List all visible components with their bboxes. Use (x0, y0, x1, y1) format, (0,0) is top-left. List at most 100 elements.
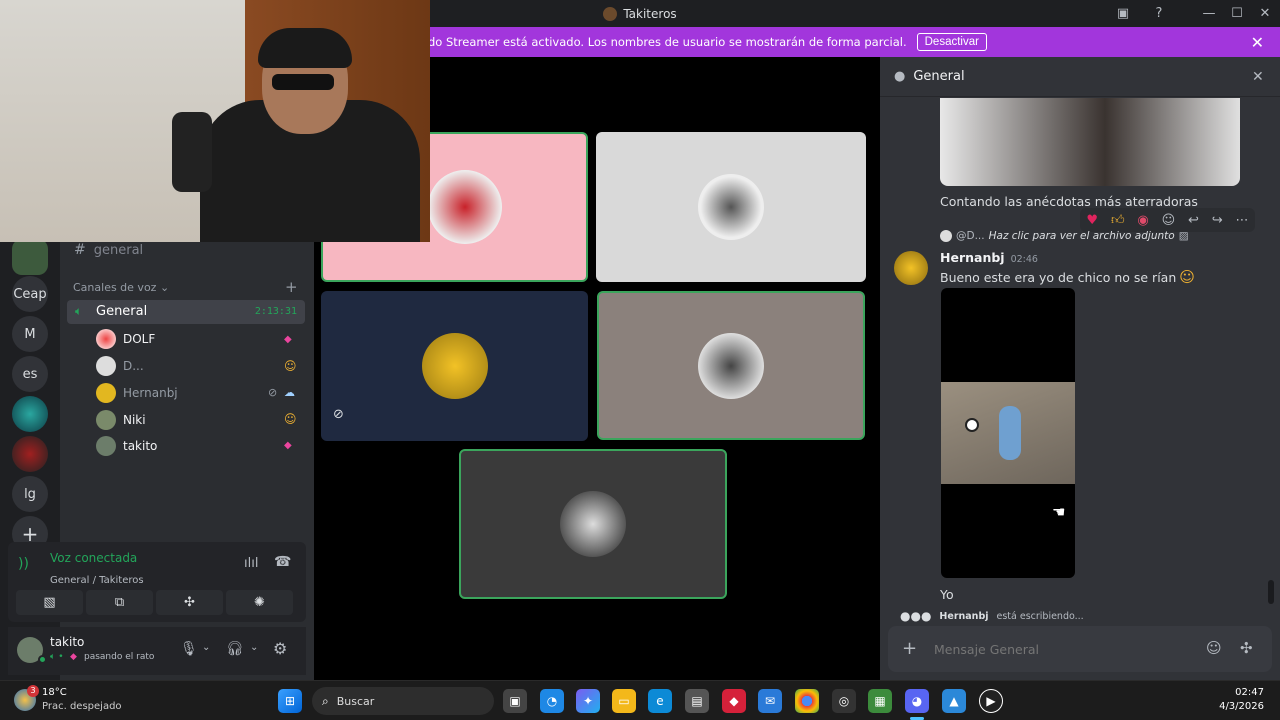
message-input-box: + ☺ ✣ (888, 626, 1272, 672)
disconnect-icon[interactable]: ☎ (274, 554, 291, 570)
more-options-icon[interactable]: ⋯ (1236, 213, 1249, 228)
screen-share-button[interactable]: ⧉ (86, 590, 153, 615)
chat-header: ● General (880, 57, 1280, 97)
participant-tile[interactable] (596, 132, 866, 282)
windows-taskbar: 3 18°C Prac. despejado ⊞ ⌕ Buscar ▣ ◔ ✦ … (0, 680, 1280, 720)
close-chat-icon[interactable]: ✕ (1252, 69, 1264, 85)
message-text: Bueno este era yo de chico no se rían (940, 269, 1177, 285)
close-window-button[interactable]: ✕ (1256, 5, 1274, 23)
minecraft-icon[interactable]: ▦ (868, 689, 892, 713)
obs-icon[interactable]: ◎ (832, 689, 856, 713)
soundboard-button[interactable]: ✺ (226, 590, 293, 615)
banner-close-icon[interactable]: ✕ (1251, 33, 1264, 52)
server-es[interactable]: es (12, 356, 48, 392)
typing-user: Hernanbj (939, 610, 989, 622)
message-text: Contando las anécdotas más aterradoras (940, 194, 1198, 209)
chevron-down-icon[interactable]: ⌄ (202, 642, 210, 653)
avatar (940, 230, 952, 242)
chevron-down-icon[interactable]: ⌄ (250, 642, 258, 653)
voice-status-subtitle-text: General / Takiteros (50, 575, 144, 586)
forward-icon[interactable]: ↪ (1212, 213, 1223, 228)
screen-share-icon: ⧉ (114, 595, 125, 610)
status-icon: ☁ (284, 386, 295, 399)
reply-reference[interactable]: @D... Haz clic para ver el archivo adjun… (940, 230, 1189, 242)
task-view-icon[interactable]: ▣ (503, 689, 527, 713)
server-m[interactable]: M (12, 316, 48, 352)
message-author[interactable]: Hernanbj (940, 250, 1005, 265)
mouse-cursor-icon: ☚ (1052, 503, 1066, 521)
server-lg[interactable]: lg (12, 476, 48, 512)
message-input[interactable] (934, 638, 1194, 660)
store-icon[interactable]: ▤ (685, 689, 709, 713)
voice-channel-general[interactable]: 🔈︎ General 2:13:31 (67, 300, 305, 324)
voice-user[interactable]: Hernanbj (96, 382, 178, 404)
participant-tile-takito[interactable] (459, 449, 727, 599)
server-teal[interactable] (12, 396, 48, 432)
weather-temp: 18°C (42, 687, 67, 698)
attachment-image[interactable] (941, 288, 1075, 578)
weather-badge: 3 (27, 685, 39, 697)
avatar (560, 491, 626, 557)
search-icon: ⌕ (322, 693, 329, 708)
help-icon[interactable]: ? (1150, 5, 1168, 23)
server-icon-image[interactable] (12, 239, 48, 275)
clock-time[interactable]: 02:47 (1222, 687, 1264, 698)
voice-user[interactable]: D... (96, 355, 144, 377)
voice-category[interactable]: Canales de voz ⌄ (73, 281, 169, 294)
apps-icon[interactable]: ✣ (1240, 639, 1253, 657)
app-red-icon[interactable]: ◆ (722, 689, 746, 713)
chrome-icon[interactable] (795, 689, 819, 713)
lips-reaction-icon[interactable]: ◉ (1137, 213, 1148, 228)
add-reaction-icon[interactable]: ☺ (1162, 213, 1176, 228)
heart-reaction-icon[interactable]: ♥ (1086, 213, 1098, 228)
mail-icon[interactable]: ✉ (758, 689, 782, 713)
camera-off-icon: ▧ (43, 595, 56, 610)
edge-icon[interactable]: e (648, 689, 672, 713)
add-attachment-icon[interactable]: + (902, 638, 917, 659)
add-channel-icon[interactable]: + (285, 278, 298, 296)
chat-scrollbar[interactable] (1268, 580, 1274, 604)
avatar[interactable] (894, 251, 928, 285)
soundboard-icon[interactable]: ılıl (244, 556, 258, 571)
emoji-picker-icon[interactable]: ☺ (1206, 639, 1222, 657)
camera-toggle-button[interactable]: ▧ (16, 590, 83, 615)
voice-user[interactable]: Niki (96, 409, 146, 431)
participant-tile[interactable] (597, 291, 865, 440)
activities-button[interactable]: ✣ (156, 590, 223, 615)
minimize-button[interactable]: — (1200, 5, 1218, 23)
file-explorer-icon[interactable]: ▭ (612, 689, 636, 713)
voice-user[interactable]: takito (96, 435, 157, 457)
activity-icon: ◆ (284, 334, 292, 345)
maximize-button[interactable]: ☐ (1228, 5, 1246, 23)
deactivate-button[interactable]: Desactivar (916, 33, 987, 51)
server-ceap[interactable]: Ceap (12, 276, 48, 312)
headphones-icon[interactable]: 🎧︎ (226, 641, 244, 657)
media-player-icon[interactable]: ▶ (979, 689, 1003, 713)
reply-icon[interactable]: ↩ (1188, 213, 1199, 228)
discord-icon[interactable]: ◕ (905, 689, 929, 713)
widgets-icon[interactable]: ◔ (540, 689, 564, 713)
channel-name: general (93, 242, 144, 258)
channel-name: General (96, 304, 148, 319)
copilot-icon[interactable]: ✦ (576, 689, 600, 713)
voice-status-subtitle[interactable]: General / Takiteros (50, 568, 144, 587)
voice-user-name: D... (123, 359, 144, 373)
text-channel-general[interactable]: # general (74, 242, 143, 258)
reply-author: @D... (956, 230, 985, 242)
app-blue-icon[interactable]: ▲ (942, 689, 966, 713)
clock-date[interactable]: 4/3/2026 (1210, 701, 1264, 712)
muted-icon: ⊘ (268, 386, 278, 399)
server-red[interactable] (12, 436, 48, 472)
gear-icon[interactable]: ⚙ (273, 639, 287, 658)
search-label: Buscar (336, 694, 375, 708)
participant-tile-hernanbj[interactable]: ⊘ (321, 291, 588, 441)
attachment-image-previous[interactable] (940, 98, 1240, 186)
search-box[interactable]: ⌕ Buscar (312, 687, 494, 715)
start-icon[interactable]: ⊞ (278, 689, 302, 713)
voice-user[interactable]: DOLF (96, 328, 155, 350)
message-time: 02:46 (1010, 254, 1038, 265)
webcam-overlay (0, 0, 430, 242)
inbox-icon[interactable]: ▣ (1114, 5, 1132, 23)
microphone-icon[interactable]: 🎙︎ (180, 641, 198, 657)
thumbs-up-reaction-icon[interactable]: 👍︎ (1111, 213, 1125, 228)
